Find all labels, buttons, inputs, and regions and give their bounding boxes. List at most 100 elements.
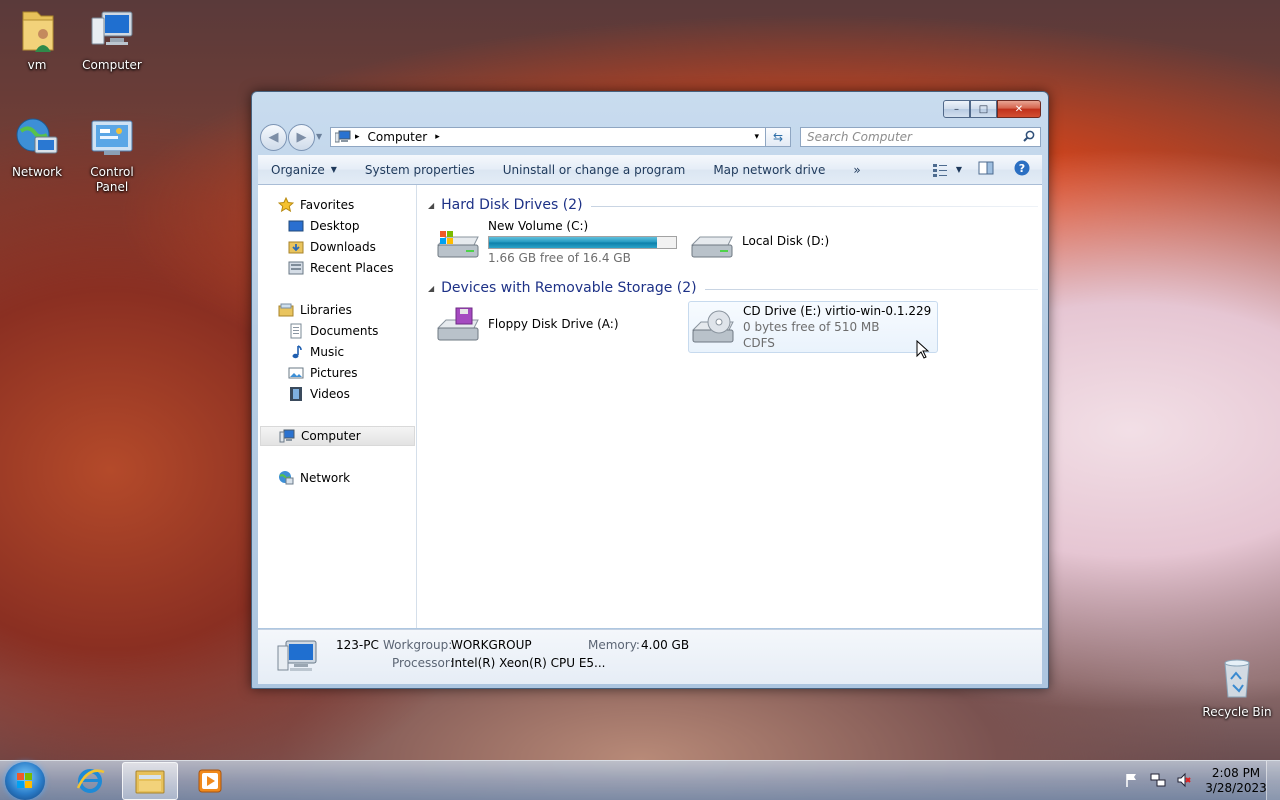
drive-d[interactable]: Local Disk (D:) bbox=[688, 217, 936, 269]
desktop-icon-network[interactable]: Network bbox=[0, 115, 74, 180]
back-arrow-icon: ◀ bbox=[268, 130, 279, 145]
change-view-button[interactable]: ▼ bbox=[926, 163, 968, 177]
organize-label: Organize bbox=[271, 162, 325, 177]
hard-drive-icon bbox=[688, 223, 736, 263]
nav-label: Computer bbox=[301, 429, 361, 443]
help-button[interactable]: ? bbox=[1004, 160, 1042, 179]
drive-name: New Volume (C:) bbox=[488, 219, 589, 233]
computer-icon bbox=[88, 8, 136, 54]
nav-documents[interactable]: Documents bbox=[258, 321, 415, 341]
drive-free-space: 0 bytes free of 510 MB bbox=[743, 320, 880, 334]
explorer-window: – □ ✕ ◀ ▶ ▼ ▸ Computer ▸ ▾ ⇆ Search Comp… bbox=[251, 91, 1049, 689]
drive-free-space: 1.66 GB free of 16.4 GB bbox=[488, 251, 631, 265]
desktop-icon-recycle-bin[interactable]: Recycle Bin bbox=[1200, 655, 1274, 720]
network-tray-icon[interactable] bbox=[1145, 772, 1171, 791]
group-header-hard-disks[interactable]: ◢ Hard Disk Drives (2) bbox=[428, 195, 1038, 215]
group-title: Hard Disk Drives (2) bbox=[441, 197, 583, 213]
show-desktop-button[interactable] bbox=[1266, 761, 1280, 800]
cd-drive-icon bbox=[689, 308, 737, 348]
nav-favorites[interactable]: Favorites bbox=[258, 195, 415, 215]
drive-a[interactable]: Floppy Disk Drive (A:) bbox=[434, 300, 682, 352]
explorer-folder-icon bbox=[135, 770, 165, 794]
taskbar-clock[interactable]: 2:08 PM 3/28/2023 bbox=[1202, 766, 1270, 796]
nav-pictures[interactable]: Pictures bbox=[258, 363, 415, 383]
nav-libraries[interactable]: Libraries bbox=[258, 300, 415, 320]
desktop-icon-computer[interactable]: Computer bbox=[75, 8, 149, 73]
drive-name: Local Disk (D:) bbox=[742, 234, 830, 248]
floppy-drive-icon bbox=[434, 306, 482, 346]
taskbar: 2:08 PM 3/28/2023 bbox=[0, 760, 1280, 800]
drive-e[interactable]: CD Drive (E:) virtio-win-0.1.229 0 bytes… bbox=[688, 301, 938, 353]
forward-button[interactable]: ▶ bbox=[288, 124, 315, 151]
computer-name: 123-PC bbox=[336, 638, 379, 652]
windows-logo-icon bbox=[17, 773, 32, 788]
nav-downloads[interactable]: Downloads bbox=[258, 237, 415, 257]
taskbar-internet-explorer[interactable] bbox=[62, 762, 118, 800]
preview-pane-button[interactable] bbox=[968, 161, 1004, 178]
recycle-bin-icon bbox=[1213, 655, 1261, 701]
nav-label: Pictures bbox=[310, 366, 358, 380]
view-list-icon bbox=[932, 163, 947, 177]
refresh-icon: ⇆ bbox=[772, 130, 784, 144]
film-icon bbox=[288, 386, 304, 402]
taskbar-windows-explorer[interactable] bbox=[122, 762, 178, 800]
windows-drive-icon bbox=[434, 223, 482, 263]
breadcrumb-separator-end[interactable]: ▸ bbox=[435, 132, 440, 142]
back-button[interactable]: ◀ bbox=[260, 124, 287, 151]
workgroup-label: Workgroup: bbox=[383, 638, 453, 652]
nav-network[interactable]: Network bbox=[258, 468, 415, 488]
navigation-pane: Favorites Desktop Downloads Recent Place… bbox=[258, 185, 417, 628]
processor-value: Intel(R) Xeon(R) CPU E5... bbox=[451, 656, 606, 670]
control-panel-icon bbox=[88, 115, 136, 161]
taskbar-media-player[interactable] bbox=[182, 762, 238, 800]
drive-name: Floppy Disk Drive (A:) bbox=[488, 317, 619, 331]
system-properties-button[interactable]: System properties bbox=[352, 155, 490, 184]
address-bar[interactable]: ▸ Computer ▸ ▾ bbox=[330, 127, 766, 147]
media-player-icon bbox=[198, 769, 222, 793]
drive-file-system: CDFS bbox=[743, 336, 775, 350]
search-placeholder: Search Computer bbox=[807, 130, 912, 144]
chevron-down-icon: ▼ bbox=[330, 165, 337, 174]
computer-icon bbox=[279, 428, 295, 444]
group-divider bbox=[704, 288, 1038, 290]
nav-label: Downloads bbox=[310, 240, 376, 254]
volume-muted-icon[interactable] bbox=[1171, 772, 1202, 791]
group-header-removable[interactable]: ◢ Devices with Removable Storage (2) bbox=[428, 278, 1038, 298]
refresh-button[interactable]: ⇆ bbox=[766, 127, 791, 147]
organize-button[interactable]: Organize ▼ bbox=[258, 155, 352, 184]
start-button[interactable] bbox=[5, 762, 45, 800]
desktop-icon bbox=[288, 218, 304, 234]
more-commands-button[interactable]: » bbox=[840, 155, 875, 184]
star-icon bbox=[277, 196, 295, 213]
group-title: Devices with Removable Storage (2) bbox=[441, 280, 697, 296]
nav-videos[interactable]: Videos bbox=[258, 384, 415, 404]
maximize-button[interactable]: □ bbox=[970, 100, 997, 118]
search-input[interactable]: Search Computer bbox=[800, 127, 1041, 147]
desktop-icon-label: Control Panel bbox=[90, 165, 134, 194]
desktop-icon-label: Recycle Bin bbox=[1202, 705, 1272, 719]
desktop-icon-label: vm bbox=[27, 58, 47, 72]
drive-usage-fill bbox=[489, 237, 658, 248]
nav-music[interactable]: Music bbox=[258, 342, 415, 362]
collapse-triangle-icon: ◢ bbox=[428, 200, 435, 210]
system-tray: 2:08 PM 3/28/2023 bbox=[1119, 761, 1280, 800]
nav-desktop[interactable]: Desktop bbox=[258, 216, 415, 236]
desktop-icon-control-panel[interactable]: Control Panel bbox=[75, 115, 149, 195]
address-dropdown-icon[interactable]: ▾ bbox=[754, 132, 759, 142]
nav-computer[interactable]: Computer bbox=[260, 426, 415, 446]
nav-recent-places[interactable]: Recent Places bbox=[258, 258, 415, 278]
desktop-icon-label: Computer bbox=[82, 58, 142, 72]
drive-c[interactable]: New Volume (C:) 1.66 GB free of 16.4 GB bbox=[434, 217, 682, 269]
network-icon bbox=[278, 470, 294, 486]
recent-pages-dropdown[interactable]: ▼ bbox=[316, 132, 322, 141]
content-pane: ◢ Hard Disk Drives (2) New Volume (C:) 1… bbox=[418, 185, 1042, 628]
action-center-flag-icon[interactable] bbox=[1119, 772, 1145, 791]
desktop-icon-vm[interactable]: vm bbox=[0, 8, 74, 73]
minimize-button[interactable]: – bbox=[943, 100, 970, 118]
map-network-drive-button[interactable]: Map network drive bbox=[700, 155, 840, 184]
close-button[interactable]: ✕ bbox=[997, 100, 1041, 118]
breadcrumb-computer[interactable]: Computer bbox=[368, 130, 428, 144]
uninstall-program-button[interactable]: Uninstall or change a program bbox=[490, 155, 701, 184]
breadcrumb-separator[interactable]: ▸ bbox=[355, 132, 360, 142]
clock-time: 2:08 PM bbox=[1211, 766, 1261, 780]
